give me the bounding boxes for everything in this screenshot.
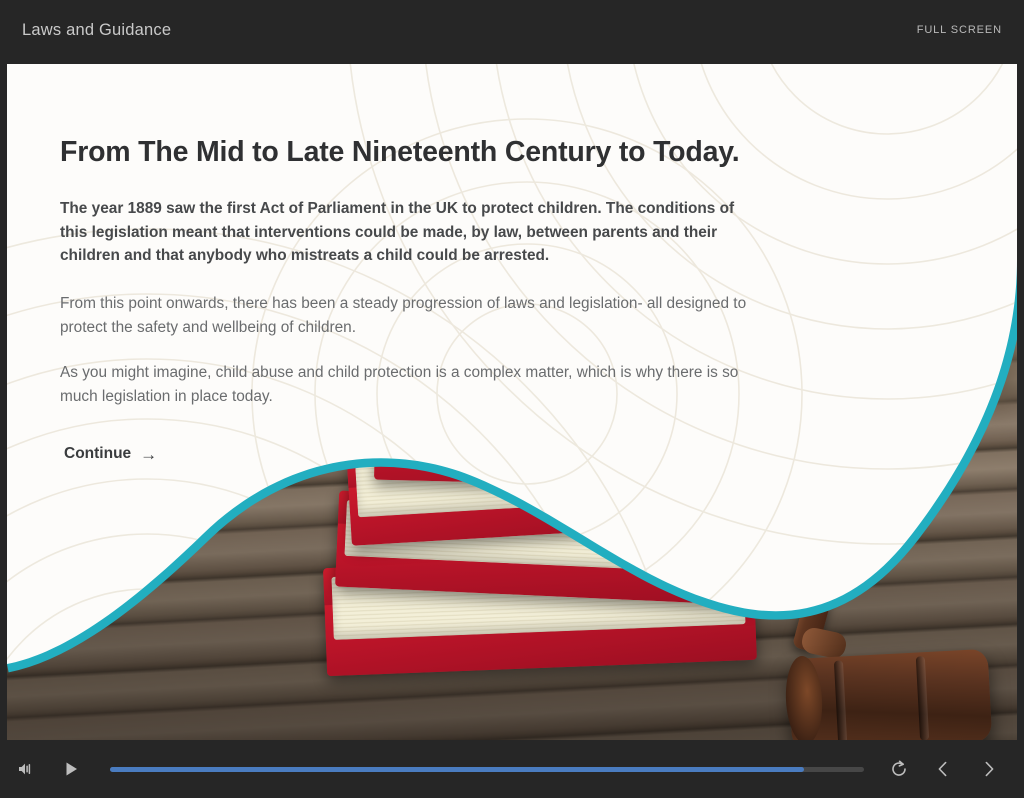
chevron-right-icon <box>985 761 994 777</box>
previous-slide-button[interactable] <box>926 752 960 786</box>
body-paragraph: From this point onwards, there has been … <box>60 295 747 336</box>
course-title: Laws and Guidance <box>22 20 172 39</box>
body-paragraph: As you might imagine, child abuse and ch… <box>60 364 739 405</box>
seek-bar[interactable] <box>110 766 864 772</box>
slide-heading: From The Mid to Late Nineteenth Century … <box>60 136 740 168</box>
chevron-left-icon <box>938 761 947 777</box>
replay-button[interactable] <box>882 752 916 786</box>
volume-button[interactable] <box>8 752 42 786</box>
fullscreen-button[interactable]: FULL SCREEN <box>917 24 1002 36</box>
continue-button[interactable]: Continue → <box>64 445 157 463</box>
play-icon <box>66 762 77 776</box>
continue-button-label: Continue <box>64 445 132 462</box>
player-control-bar <box>0 740 1024 798</box>
slide-content: From The Mid to Late Nineteenth Century … <box>7 64 1017 740</box>
lead-paragraph: The year 1889 saw the first Act of Parli… <box>60 200 735 264</box>
speaker-icon <box>19 763 31 775</box>
player-top-bar: Laws and Guidance FULL SCREEN <box>0 0 1024 64</box>
play-button[interactable] <box>54 752 88 786</box>
arrow-right-icon: → <box>140 444 158 464</box>
next-slide-button[interactable] <box>972 752 1006 786</box>
elearning-player: Laws and Guidance FULL SCREEN From The M… <box>0 0 1024 798</box>
slide-stage: From The Mid to Late Nineteenth Century … <box>7 64 1017 740</box>
replay-icon <box>892 760 906 776</box>
seek-progress-fill <box>110 766 804 772</box>
